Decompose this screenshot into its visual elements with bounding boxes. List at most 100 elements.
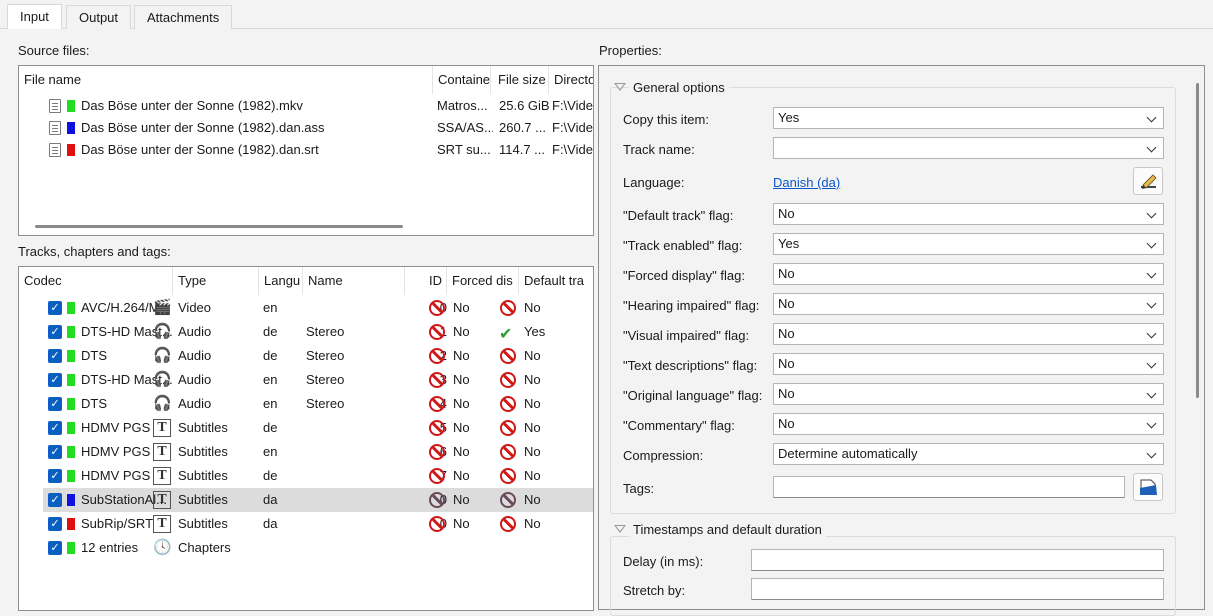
track-checkbox[interactable]: ✓ xyxy=(48,349,62,363)
tab-output[interactable]: Output xyxy=(66,5,132,29)
tab-bar: Input Output Attachments xyxy=(0,0,1213,29)
track-language: en xyxy=(263,444,278,459)
track-default-track: No xyxy=(524,300,541,315)
track-language: en xyxy=(263,396,278,411)
file-color-swatch xyxy=(67,100,75,112)
tab-attachments[interactable]: Attachments xyxy=(134,5,233,29)
track-checkbox[interactable]: ✓ xyxy=(48,469,62,483)
delay-label: Delay (in ms): xyxy=(623,554,704,569)
tracks-list[interactable]: Codec Type Langu Name ID Forced dis Defa… xyxy=(18,266,594,611)
file-row[interactable]: Das Böse unter der Sonne (1982).dan.ass … xyxy=(19,116,593,140)
horizontal-scrollbar[interactable] xyxy=(35,225,403,228)
source-files-list[interactable]: File name Containe File size Directo Das… xyxy=(18,65,594,236)
no-icon xyxy=(500,516,516,532)
file-container: SSA/AS... xyxy=(437,120,493,135)
visual-impaired-flag-label: "Visual impaired" flag: xyxy=(623,328,750,343)
file-container: Matros... xyxy=(437,98,488,113)
track-checkbox[interactable]: ✓ xyxy=(48,397,62,411)
tags-input[interactable] xyxy=(773,476,1125,498)
track-checkbox[interactable]: ✓ xyxy=(48,517,62,531)
track-row[interactable]: ✓ DTS 🎧 Audio en Stereo 4 No No xyxy=(43,392,593,416)
track-checkbox[interactable]: ✓ xyxy=(48,445,62,459)
column-header-language[interactable]: Langu xyxy=(259,267,303,295)
column-header-directory[interactable]: Directo xyxy=(549,66,593,94)
text-descriptions-flag-combo[interactable]: No xyxy=(773,353,1164,375)
original-language-flag-combo[interactable]: No xyxy=(773,383,1164,405)
track-row[interactable]: ✓ 12 entries 🕓 Chapters xyxy=(43,536,593,560)
track-default-track: No xyxy=(524,396,541,411)
track-language: de xyxy=(263,468,278,483)
delay-input[interactable] xyxy=(751,549,1164,571)
track-language: en xyxy=(263,372,278,387)
copy-item-combo[interactable]: Yes xyxy=(773,107,1164,129)
column-header-name[interactable]: Name xyxy=(303,267,405,295)
headphones-icon: 🎧 xyxy=(153,347,172,364)
visual-impaired-flag-combo[interactable]: No xyxy=(773,323,1164,345)
track-checkbox[interactable]: ✓ xyxy=(48,301,62,315)
general-options-title[interactable]: General options xyxy=(629,80,729,95)
track-row[interactable]: ✓ DTS-HD Mast... 🎧 Audio en Stereo 3 No No xyxy=(43,368,593,392)
column-header-file-size[interactable]: File size xyxy=(493,66,549,94)
edit-language-button[interactable] xyxy=(1133,167,1163,195)
commentary-flag-combo[interactable]: No xyxy=(773,413,1164,435)
properties-vertical-scrollbar[interactable] xyxy=(1196,83,1199,398)
track-name-label: Track name: xyxy=(623,142,695,157)
track-row[interactable]: ✓ SubRip/SRT T Subtitles da 0 No No xyxy=(43,512,593,536)
track-language: de xyxy=(263,324,278,339)
track-color-swatch xyxy=(67,302,75,314)
stretch-label: Stretch by: xyxy=(623,583,686,598)
track-row[interactable]: ✓ HDMV PGS T Subtitles de 7 No No xyxy=(43,464,593,488)
track-language: de xyxy=(263,348,278,363)
track-checkbox[interactable]: ✓ xyxy=(48,325,62,339)
track-checkbox[interactable]: ✓ xyxy=(48,493,62,507)
default-track-flag-label: "Default track" flag: xyxy=(623,208,734,223)
column-header-file-name[interactable]: File name xyxy=(19,66,433,94)
collapse-triangle-icon[interactable] xyxy=(614,83,626,91)
track-checkbox[interactable]: ✓ xyxy=(48,541,62,555)
track-default-track: No xyxy=(524,492,541,507)
compression-combo[interactable]: Determine automatically xyxy=(773,443,1164,465)
file-color-swatch xyxy=(67,122,75,134)
forced-display-flag-combo[interactable]: No xyxy=(773,263,1164,285)
track-row[interactable]: ✓ HDMV PGS T Subtitles de 5 No No xyxy=(43,416,593,440)
collapse-triangle-icon[interactable] xyxy=(614,525,626,533)
track-enabled-flag-combo[interactable]: Yes xyxy=(773,233,1164,255)
track-row[interactable]: ✓ AVC/H.264/M... 🎬 Video en 0 No No xyxy=(43,296,593,320)
default-track-flag-combo[interactable]: No xyxy=(773,203,1164,225)
column-header-container[interactable]: Containe xyxy=(433,66,491,94)
column-header-forced-display[interactable]: Forced dis xyxy=(447,267,519,295)
file-row[interactable]: Das Böse unter der Sonne (1982).dan.srt … xyxy=(19,138,593,162)
file-directory: F:\Vide xyxy=(552,142,593,157)
browse-tags-button[interactable] xyxy=(1133,473,1163,501)
column-header-default-track[interactable]: Default tra xyxy=(519,267,593,295)
no-icon xyxy=(429,372,445,388)
original-language-flag-label: "Original language" flag: xyxy=(623,388,763,403)
hearing-impaired-flag-combo[interactable]: No xyxy=(773,293,1164,315)
chevron-down-icon xyxy=(1146,208,1157,219)
track-row[interactable]: ✓ SubStationAl... T Subtitles da 0 No No xyxy=(43,488,593,512)
file-row[interactable]: Das Böse unter der Sonne (1982).mkv Matr… xyxy=(19,94,593,118)
track-checkbox[interactable]: ✓ xyxy=(48,421,62,435)
timestamps-title[interactable]: Timestamps and default duration xyxy=(629,522,826,537)
track-row[interactable]: ✓ HDMV PGS T Subtitles en 6 No No xyxy=(43,440,593,464)
track-row[interactable]: ✓ DTS 🎧 Audio de Stereo 2 No No xyxy=(43,344,593,368)
track-type: Audio xyxy=(178,372,212,387)
file-icon xyxy=(49,143,61,157)
tab-input[interactable]: Input xyxy=(7,4,62,29)
track-checkbox[interactable]: ✓ xyxy=(48,373,62,387)
stretch-input[interactable] xyxy=(751,578,1164,600)
headphones-icon: 🎧 xyxy=(153,371,172,388)
track-type: Subtitles xyxy=(178,516,228,531)
track-color-swatch xyxy=(67,422,75,434)
column-header-codec[interactable]: Codec xyxy=(19,267,173,295)
no-icon xyxy=(429,348,445,364)
track-type: Audio xyxy=(178,396,212,411)
track-name xyxy=(306,440,396,464)
language-link[interactable]: Danish (da) xyxy=(773,175,840,190)
track-row[interactable]: ✓ DTS-HD Mast... 🎧 Audio de Stereo 1 No ✔ Yes xyxy=(43,320,593,344)
subtitles-icon: T xyxy=(153,419,171,437)
column-header-id[interactable]: ID xyxy=(405,267,447,295)
no-icon xyxy=(429,492,445,508)
column-header-type[interactable]: Type xyxy=(173,267,259,295)
track-name-combo[interactable] xyxy=(773,137,1164,159)
